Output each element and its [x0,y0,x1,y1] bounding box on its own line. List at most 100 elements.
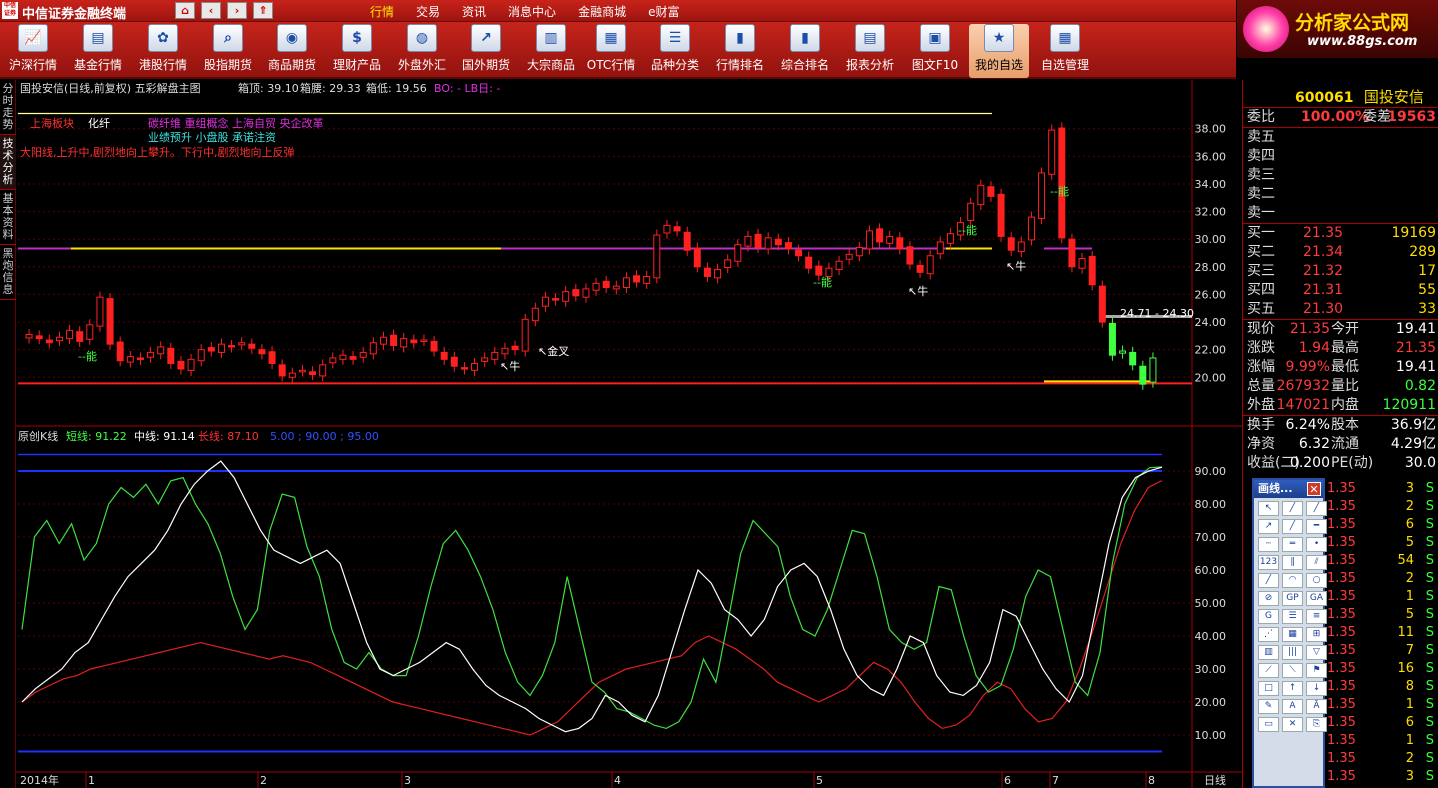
menu-item-2[interactable]: 资讯 [462,3,486,20]
menu-item-1[interactable]: 交易 [416,3,440,20]
toolbar-stack[interactable]: ▥ 大宗商品 [521,24,581,78]
bo-lb-label: BO: - LB日: - [434,82,500,95]
select-icon[interactable]: ↖ [1258,501,1279,516]
price-tick-label: 28.00 [1195,261,1227,274]
stat-label: 净资 [1247,436,1275,452]
tick-side: S [1425,517,1434,532]
drawing-tool-grid: ↖ ╱ ╱ ↗ ╱ ━ ┄ ═ • 123 ∥ ⫽ ╱ ◠ ○ ⊘ GP GA G ☰ ≡ ⋰ ▦ ⊞ ▥ ||| ▽ ⟋ ⟍ ⚑ □ ↑ ↓ ✎… [1254,498,1327,735]
toolbar-globe[interactable]: ◍ 外盘外汇 [392,24,452,78]
cycle-icon[interactable]: ⊞ [1306,627,1327,642]
sector-label: 上海板块 [30,116,74,130]
menu-item-0[interactable]: 行情 [370,3,394,20]
back-icon[interactable]: ‹ [201,2,221,19]
stat-label: 总量 [1247,378,1275,394]
grid-icon[interactable]: ▦ [1282,627,1303,642]
tick-side: S [1425,535,1434,550]
tick-row: 1.35 1 S [1325,696,1438,714]
menu-item-4[interactable]: 金融商城 [578,3,626,20]
ga-icon[interactable]: GA [1306,591,1327,606]
brand-banner: 分析家公式网 www.88gs.com [1236,0,1438,58]
rect-icon[interactable]: □ [1258,681,1279,696]
toolbar-coins[interactable]: ◉ 商品期货 [262,24,322,78]
toolbar-list[interactable]: ☰ 品种分类 [645,24,705,78]
close-icon[interactable]: ✕ [1307,482,1321,496]
ind-tick-label: 40.00 [1195,630,1227,643]
toolbar-dollar[interactable]: $ 理财产品 [327,24,387,78]
drawing-toolbox[interactable]: 画线... ✕ ↖ ╱ ╱ ↗ ╱ ━ ┄ ═ • 123 ∥ ⫽ ╱ ◠ ○ ⊘ GP GA G ☰ ≡ ⋰ ▦ ⊞ ▥ |||… [1252,478,1327,788]
time-icon[interactable]: ||| [1282,645,1303,660]
arrow-line-icon[interactable]: ↗ [1258,519,1279,534]
stock-name: 国投安信 [1363,88,1424,106]
speed-icon[interactable]: ⟋ [1258,663,1279,678]
tick-list: 1.35 3 S 1.35 2 S 1.35 6 S 1.35 5 S 1.35 54 S 1.35 2 S 1.3… [1325,480,1438,786]
triangle-icon[interactable]: ▽ [1306,645,1327,660]
dash-line-icon[interactable]: ┄ [1258,537,1279,552]
slash-icon[interactable]: ╱ [1258,573,1279,588]
gp-icon[interactable]: GP [1282,591,1303,606]
side-tab-0[interactable]: 分时走势 [0,80,16,135]
ray-icon[interactable]: ╱ [1306,501,1327,516]
hline-icon[interactable]: ━ [1306,519,1327,534]
point-line-icon[interactable]: • [1306,537,1327,552]
up-arrow-icon[interactable]: ↑ [1282,681,1303,696]
toolbar-star-hand[interactable]: ★ 我的自选 [969,24,1029,78]
menu-item-5[interactable]: e财富 [648,3,679,20]
fund-icon: ▤ [83,24,113,52]
sell-row: 卖二 [1243,185,1438,204]
toolbar-bars2[interactable]: ▮ 综合排名 [775,24,835,78]
delete-icon[interactable]: ✕ [1282,717,1303,732]
fib-123-icon[interactable]: 123 [1258,555,1279,570]
chart-area[interactable]: 38.00 36.00 34.00 32.00 30.00 28.00 26.00 24.00… [16,80,1242,788]
side-tab-3[interactable]: 黑炮信息 [0,245,16,300]
fan2-icon[interactable]: ⟍ [1282,663,1303,678]
menu-item-3[interactable]: 消息中心 [508,3,556,20]
up-icon[interactable]: ⇑ [253,2,273,19]
toolbar-report[interactable]: ▤ 报表分析 [840,24,900,78]
toolbar-table[interactable]: ▦ OTC行情 [583,24,639,78]
buy-label: 买五 [1247,301,1275,317]
tick-volume: 2 [1405,751,1414,766]
bars-vert-icon[interactable]: ▥ [1258,645,1279,660]
segment-icon[interactable]: ╱ [1282,519,1303,534]
fan-icon[interactable]: ⋰ [1258,627,1279,642]
toolbar-chart[interactable]: 📈 沪深行情 [4,24,62,78]
price-tick-label: 34.00 [1195,178,1227,191]
line-icon[interactable]: ╱ [1282,501,1303,516]
stat-value: 0.82 [1404,378,1436,394]
home-icon[interactable]: ⌂ [175,2,195,19]
toolbar-bars[interactable]: ▮ 行情排名 [710,24,770,78]
tick-price: 1.35 [1327,499,1356,514]
tick-price: 1.35 [1327,607,1356,622]
buy-label: 买一 [1247,225,1275,241]
down-arrow-icon[interactable]: ↓ [1306,681,1327,696]
channel-icon[interactable]: ⫽ [1306,555,1327,570]
parallel-icon[interactable]: ∥ [1282,555,1303,570]
toolbar-hk[interactable]: ✿ 港股行情 [133,24,193,78]
flag-icon[interactable]: ⚑ [1306,663,1327,678]
fib-icon[interactable]: ≡ [1306,609,1327,624]
arc-icon[interactable]: ◠ [1282,573,1303,588]
gann-icon[interactable]: ⊘ [1258,591,1279,606]
levels-label: 5.00 ; 90.00 ; 95.00 [270,430,379,443]
side-tab-2[interactable]: 基本资料 [0,190,16,245]
toolbar-magnify[interactable]: ⌕ 股指期货 [198,24,258,78]
text-a-icon[interactable]: Ā [1306,699,1327,714]
toolbar-fund[interactable]: ▤ 基金行情 [68,24,128,78]
text-icon[interactable]: A [1282,699,1303,714]
g-icon[interactable]: G [1258,609,1279,624]
double-line-icon[interactable]: ═ [1282,537,1303,552]
levels-icon[interactable]: ☰ [1282,609,1303,624]
x-tick-label: 2014年 [20,773,59,787]
side-tab-1[interactable]: 技术分析 [0,135,16,190]
tick-price: 1.35 [1327,733,1356,748]
bars2-icon: ▮ [790,24,820,52]
toolbar-doc[interactable]: ▣ 图文F10 [905,24,965,78]
candle [106,293,114,350]
pen-icon[interactable]: ✎ [1258,699,1279,714]
forward-icon[interactable]: › [227,2,247,19]
stamp-icon[interactable]: ⎘ [1306,717,1327,732]
circle-icon[interactable]: ○ [1306,573,1327,588]
eraser-icon[interactable]: ▭ [1258,717,1279,732]
toolbar-chart-up[interactable]: ↗ 国外期货 [456,24,516,78]
toolbar-manage[interactable]: ▦ 自选管理 [1035,24,1095,78]
